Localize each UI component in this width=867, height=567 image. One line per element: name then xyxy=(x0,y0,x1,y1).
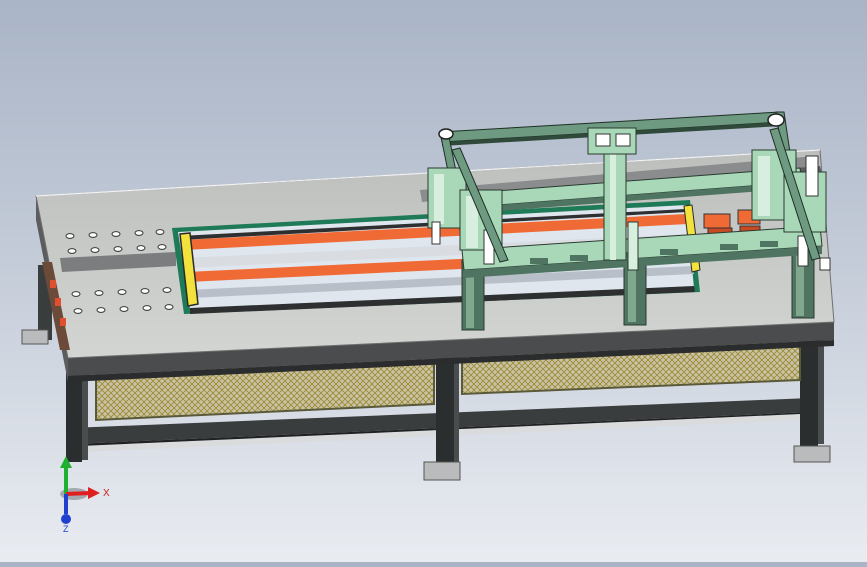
machine-assembly-model[interactable]: X Z xyxy=(0,0,867,562)
axis-z-label: Z xyxy=(63,524,69,534)
coordinate-triad: X Z xyxy=(60,456,110,534)
cad-3d-viewport[interactable]: X Z xyxy=(0,0,867,562)
axis-x-label: X xyxy=(103,488,110,499)
